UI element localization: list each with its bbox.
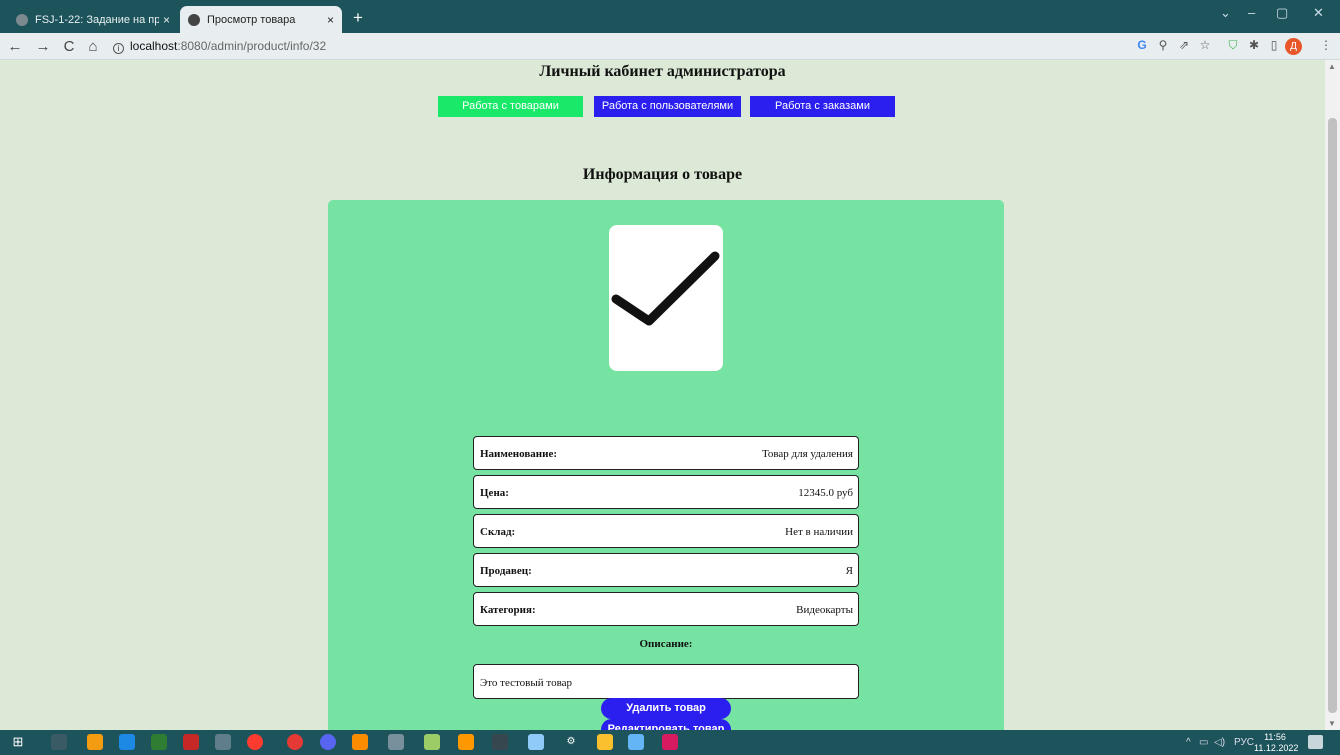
google-icon[interactable]: G <box>1134 38 1150 52</box>
page-scrollbar[interactable]: ▲ ▼ <box>1325 60 1340 730</box>
minimize-icon[interactable]: – <box>1248 5 1255 20</box>
notification-icon[interactable] <box>1308 735 1323 749</box>
tab-favicon-icon <box>16 13 28 26</box>
url-path: :8080/admin/product/info/32 <box>177 39 327 53</box>
field-value: Видеокарты <box>796 604 853 616</box>
field-label: Продавец: <box>480 565 532 577</box>
field-value: Нет в наличии <box>785 526 853 538</box>
reload-icon[interactable]: C <box>60 38 78 55</box>
tray-arrow-icon[interactable]: ^ <box>1186 737 1191 748</box>
notepad-icon[interactable] <box>628 734 644 750</box>
intellij-icon[interactable] <box>662 734 678 750</box>
minecraft-icon[interactable] <box>424 734 440 750</box>
description-label: Описание: <box>639 638 693 650</box>
checkmark-icon <box>611 251 720 326</box>
nav-orders-button[interactable]: Работа с заказами <box>750 96 895 117</box>
nav-products-button[interactable]: Работа с товарами <box>438 96 583 117</box>
field-label: Цена: <box>480 487 509 499</box>
network-icon[interactable]: ▭ <box>1199 737 1208 748</box>
clock-date: 11.12.2022 <box>1254 743 1299 753</box>
zoom-icon[interactable]: ⚲ <box>1155 38 1171 52</box>
edit-product-button[interactable]: Редактировать товар <box>601 719 731 730</box>
description-text: Это тестовый товар <box>480 677 572 689</box>
field-value: Товар для удаления <box>761 448 853 460</box>
extensions-puzzle-icon[interactable]: ✱ <box>1246 38 1262 52</box>
field-stock-row: Склад: Нет в наличии <box>473 514 859 548</box>
page-content: Личный кабинет администратора Работа с т… <box>0 60 1325 730</box>
description-box: Это тестовый товар <box>473 664 859 699</box>
tab-close-icon[interactable]: × <box>327 13 334 27</box>
chrome-icon[interactable] <box>352 734 368 750</box>
field-seller-row: Продавец: Я <box>473 553 859 587</box>
back-icon[interactable]: ← <box>6 38 24 55</box>
app-icon[interactable] <box>388 734 404 750</box>
address-bar: ← → C ⌂ i localhost:8080/admin/product/in… <box>0 33 1340 60</box>
nav-users-button[interactable]: Работа с пользователями <box>594 96 741 117</box>
field-category-row: Категория: Видеокарты <box>473 592 859 626</box>
side-panel-icon[interactable]: ▯ <box>1266 38 1282 52</box>
clock-time: 11:56 <box>1264 732 1286 742</box>
url-field[interactable]: i localhost:8080/admin/product/info/32 <box>113 39 326 54</box>
field-price-row: Цена: 12345.0 руб <box>473 475 859 509</box>
tab-favicon-icon <box>188 13 200 26</box>
field-value: 12345.0 руб <box>798 487 853 499</box>
settings-icon[interactable]: ⚙ <box>563 734 579 750</box>
tab-assignment[interactable]: FSJ-1-22: Задание на промежуточн × <box>8 6 178 33</box>
pycharm-icon[interactable] <box>183 734 199 750</box>
calculator-icon[interactable] <box>51 734 67 750</box>
tab-product-view[interactable]: Просмотр товара × <box>180 6 342 33</box>
share-icon[interactable]: ⇗ <box>1176 38 1192 52</box>
product-image <box>609 225 723 371</box>
shield-extension-icon[interactable]: ⛉ <box>1225 38 1241 53</box>
tab-title: Просмотр товара <box>207 13 296 26</box>
product-card: Наименование: Товар для удаления Цена: 1… <box>328 200 1004 730</box>
volume-icon[interactable]: ◁) <box>1214 737 1225 748</box>
opera-icon[interactable] <box>287 734 303 750</box>
start-icon[interactable]: ⊞ <box>10 734 26 750</box>
home-icon[interactable]: ⌂ <box>84 38 102 55</box>
close-window-icon[interactable]: ✕ <box>1313 5 1324 21</box>
steam-icon[interactable] <box>528 734 544 750</box>
terminal-icon[interactable] <box>151 734 167 750</box>
field-name-row: Наименование: Товар для удаления <box>473 436 859 470</box>
windows-taskbar: ⊞ ⚙ ^ ▭ ◁) РУС 11:56 11.12.2022 <box>0 730 1340 755</box>
profile-avatar[interactable]: Д <box>1285 38 1302 55</box>
discord-icon[interactable] <box>320 734 336 750</box>
tab-title: FSJ-1-22: Задание на промежуточн <box>35 13 159 26</box>
tab-search-icon[interactable]: ⌄ <box>1220 5 1231 21</box>
clock[interactable]: 11:56 11.12.2022 <box>1254 732 1299 754</box>
field-label: Наименование: <box>480 448 557 460</box>
snipping-icon[interactable] <box>215 734 231 750</box>
menu-kebab-icon[interactable]: ⋮ <box>1318 38 1334 52</box>
section-title: Информация о товаре <box>582 166 743 183</box>
epic-games-icon[interactable] <box>492 734 508 750</box>
scroll-down-icon[interactable]: ▼ <box>1328 719 1336 728</box>
field-value: Я <box>845 565 853 577</box>
file-explorer-icon[interactable] <box>597 734 613 750</box>
page-title: Личный кабинет администратора <box>539 63 786 80</box>
skype-icon[interactable] <box>119 734 135 750</box>
language-indicator[interactable]: РУС <box>1234 737 1254 748</box>
yandex-icon[interactable] <box>247 734 263 750</box>
scroll-up-icon[interactable]: ▲ <box>1328 62 1336 71</box>
scrollbar-thumb[interactable] <box>1328 118 1337 713</box>
field-label: Склад: <box>480 526 516 538</box>
tab-close-icon[interactable]: × <box>163 13 170 27</box>
bookmark-star-icon[interactable]: ☆ <box>1197 38 1213 52</box>
vlc-icon[interactable] <box>458 734 474 750</box>
site-info-icon[interactable]: i <box>113 43 124 54</box>
url-host: localhost <box>130 39 178 53</box>
sublime-icon[interactable] <box>87 734 103 750</box>
restore-icon[interactable]: ▢ <box>1276 5 1288 21</box>
forward-icon[interactable]: → <box>34 38 52 55</box>
field-label: Категория: <box>480 604 536 616</box>
browser-tab-bar: FSJ-1-22: Задание на промежуточн × Просм… <box>0 0 1340 33</box>
new-tab-button[interactable]: + <box>348 8 368 28</box>
delete-product-button[interactable]: Удалить товар <box>601 698 731 719</box>
